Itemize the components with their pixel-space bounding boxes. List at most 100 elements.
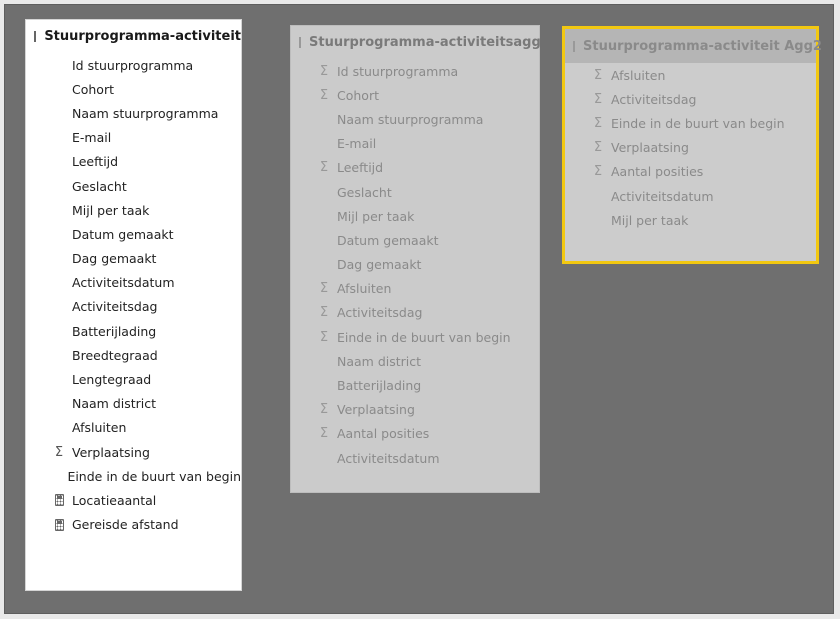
field-label: Activiteitsdag xyxy=(337,305,423,321)
field-item[interactable]: Geslacht xyxy=(26,174,241,198)
field-item[interactable]: Σ Cohort xyxy=(291,83,539,107)
field-item[interactable]: Batterijlading xyxy=(26,319,241,343)
field-item[interactable]: Batterijlading xyxy=(291,373,539,397)
field-item[interactable]: Σ Einde in de buurt van begin xyxy=(291,325,539,349)
sigma-icon: Σ xyxy=(54,444,64,460)
table-title: Stuurprogramma-activiteit xyxy=(44,29,241,44)
table-card-stuurprogramma-activiteit-agg2[interactable]: Stuurprogramma-activiteit Agg2 Σ Afsluite… xyxy=(562,26,822,264)
field-label: Naam district xyxy=(337,353,422,369)
field-item[interactable]: Afsluiten xyxy=(26,416,241,440)
field-item[interactable]: Activiteitsdatum xyxy=(565,184,816,208)
field-item[interactable]: Mijl per taak xyxy=(26,198,241,222)
field-item[interactable]: E-mail xyxy=(291,132,539,156)
field-label: Afsluiten xyxy=(611,67,666,83)
field-item[interactable]: Cohort xyxy=(26,77,241,101)
calculator-icon xyxy=(48,494,70,507)
field-label: Activiteitsdatum xyxy=(72,275,175,291)
field-label: Dag gemaakt xyxy=(72,251,157,267)
field-label: Geslacht xyxy=(72,178,127,194)
field-item[interactable]: Lengtegraad xyxy=(26,367,241,391)
field-item[interactable]: Naam stuurprogramma xyxy=(291,107,539,131)
field-label: Locatieaantal xyxy=(72,492,157,508)
table-icon xyxy=(34,31,37,42)
field-item[interactable]: Σ Verplaatsing xyxy=(26,440,241,464)
table-icon xyxy=(573,40,575,52)
field-label: Leeftijd xyxy=(337,160,384,176)
field-item[interactable]: Id stuurprogramma xyxy=(26,53,241,77)
field-label: Activiteitsdag xyxy=(611,91,697,107)
field-label: Naam district xyxy=(72,396,157,412)
field-item[interactable]: Σ Verplaatsing xyxy=(565,136,816,160)
sigma-icon: Σ xyxy=(319,87,329,103)
field-item[interactable]: E-mail xyxy=(26,126,241,150)
field-item[interactable]: Locatieaantal xyxy=(26,488,241,512)
field-item[interactable]: Σ Verplaatsing xyxy=(291,398,539,422)
table-card-header[interactable]: Stuurprogramma-activiteit xyxy=(26,20,241,53)
field-label: Geslacht xyxy=(337,184,392,200)
sigma-icon: Σ xyxy=(593,115,603,131)
table-title: Stuurprogramma-activiteit Agg2 xyxy=(583,38,822,54)
field-list: Σ Afsluiten Σ Activiteitsdag Σ Einde in de bu… xyxy=(565,63,816,232)
table-card-header[interactable]: Stuurprogramma-activiteitsagg xyxy=(291,26,541,59)
calculator-icon xyxy=(48,518,70,531)
field-item[interactable]: Activiteitsdatum xyxy=(26,271,241,295)
field-label: Afsluiten xyxy=(72,420,127,436)
field-item[interactable]: Σ Einde in de buurt van begin xyxy=(565,111,816,135)
field-label: Batterijlading xyxy=(72,323,157,339)
field-item[interactable]: Mijl per taak xyxy=(291,204,539,228)
field-item[interactable]: Σ Afsluiten xyxy=(291,277,539,301)
field-label: E-mail xyxy=(337,136,377,152)
sigma-icon: Σ xyxy=(593,91,603,107)
field-item[interactable]: Naam district xyxy=(26,392,241,416)
field-item[interactable]: Geslacht xyxy=(291,180,539,204)
field-item[interactable]: Mijl per taak xyxy=(565,208,816,232)
sigma-icon: Σ xyxy=(593,164,603,180)
calculator-icon-shape xyxy=(54,494,64,507)
field-item[interactable]: Gereisde afstand xyxy=(26,513,241,537)
table-card-stuurprogramma-activiteit[interactable]: Stuurprogramma-activiteit Id stuurprogra… xyxy=(25,19,242,591)
field-item[interactable]: Naam stuurprogramma xyxy=(26,101,241,125)
field-list: Σ Id stuurprogramma Σ Cohort Naam stuurprogr… xyxy=(291,59,539,470)
field-item[interactable]: Breedtegraad xyxy=(26,343,241,367)
sigma-icon: Σ xyxy=(319,281,329,297)
field-label: Einde in de buurt van begin xyxy=(337,329,511,345)
field-label: Gereisde afstand xyxy=(72,517,179,533)
field-label: Datum gemaakt xyxy=(72,226,174,242)
field-label: Naam stuurprogramma xyxy=(337,111,484,127)
field-label: Cohort xyxy=(72,81,114,97)
field-item[interactable]: Σ Aantal posities xyxy=(291,422,539,446)
field-item[interactable]: Σ Afsluiten xyxy=(565,63,816,87)
field-list: Id stuurprogramma Cohort Naam stuurprogram… xyxy=(26,53,241,537)
field-label: Verplaatsing xyxy=(337,402,415,418)
field-label: E-mail xyxy=(72,130,112,146)
model-canvas[interactable]: Stuurprogramma-activiteit Id stuurprogra… xyxy=(4,4,834,614)
field-label: Lengtegraad xyxy=(72,372,152,388)
field-item[interactable]: Activiteitsdatum xyxy=(291,446,539,470)
field-label: Id stuurprogramma xyxy=(72,57,194,73)
sigma-icon: Σ xyxy=(319,160,329,176)
sigma-icon: Σ xyxy=(319,305,329,321)
field-label: Aantal posities xyxy=(337,426,430,442)
field-label: Activiteitsdag xyxy=(72,299,158,315)
table-card-header[interactable]: Stuurprogramma-activiteit Agg2 xyxy=(565,29,822,63)
field-label: Batterijlading xyxy=(337,378,422,394)
field-item[interactable]: Leeftijd xyxy=(26,150,241,174)
field-label: Mijl per taak xyxy=(611,212,689,228)
field-item[interactable]: Einde in de buurt van begin xyxy=(26,464,241,488)
field-label: Verplaatsing xyxy=(72,444,150,460)
field-item[interactable]: Dag gemaakt xyxy=(26,247,241,271)
field-item[interactable]: Σ Id stuurprogramma xyxy=(291,59,539,83)
table-card-stuurprogramma-activiteitsagg[interactable]: Stuurprogramma-activiteitsagg Σ Id stuurp… xyxy=(290,25,541,493)
field-item[interactable]: Σ Activiteitsdag xyxy=(291,301,539,325)
field-item[interactable]: Naam district xyxy=(291,349,539,373)
field-label: Aantal posities xyxy=(611,164,704,180)
field-item[interactable]: Datum gemaakt xyxy=(26,222,241,246)
field-item[interactable]: Dag gemaakt xyxy=(291,253,539,277)
field-item[interactable]: Activiteitsdag xyxy=(26,295,241,319)
field-item[interactable]: Σ Leeftijd xyxy=(291,156,539,180)
field-item[interactable]: Datum gemaakt xyxy=(291,228,539,252)
field-label: Cohort xyxy=(337,87,379,103)
field-item[interactable]: Σ Activiteitsdag xyxy=(565,87,816,111)
field-label: Verplaatsing xyxy=(611,140,689,156)
field-item[interactable]: Σ Aantal posities xyxy=(565,160,816,184)
